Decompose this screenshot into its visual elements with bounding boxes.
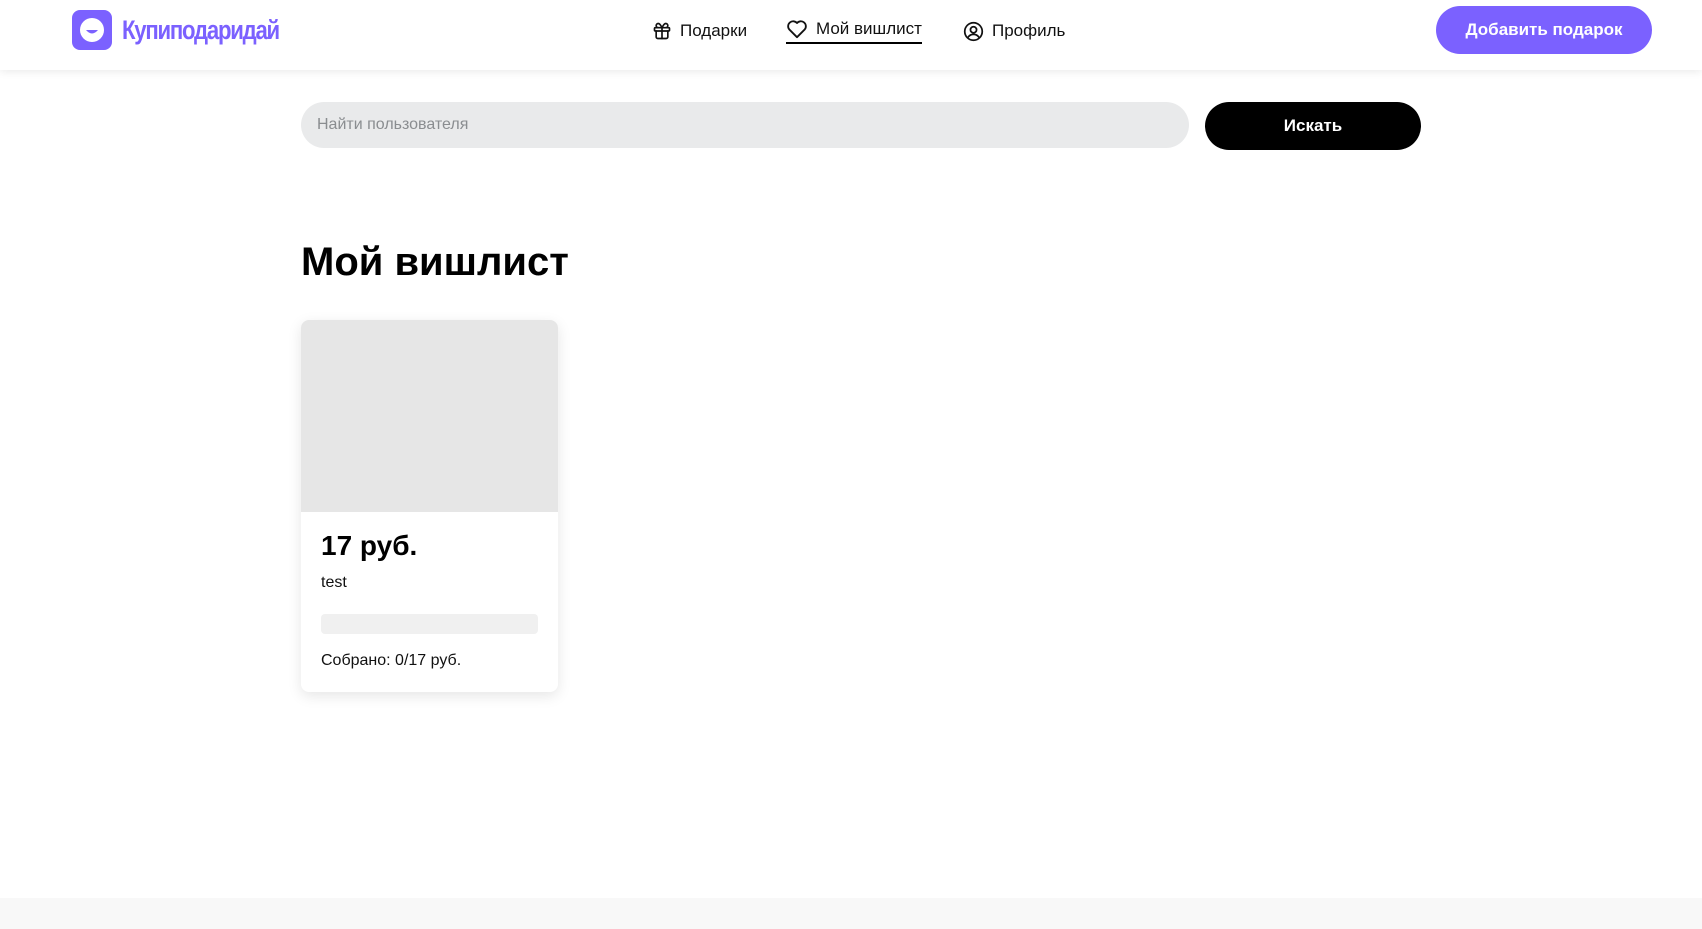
user-search-input[interactable]	[301, 102, 1189, 148]
raised-amount: Собрано: 0/17 руб.	[321, 652, 462, 669]
smile-logo-icon	[72, 10, 112, 50]
wishlist-item-card[interactable]: 17 руб. test Собрано: 0/17 руб.	[301, 320, 558, 692]
heart-icon	[786, 19, 808, 39]
search-button[interactable]: Искать	[1205, 102, 1421, 150]
top-header: Купиподаридай Подарки Мой вишлист Профил…	[0, 0, 1702, 70]
gift-icon	[652, 21, 672, 41]
footer	[0, 898, 1702, 929]
brand-name: Купиподаридай	[122, 14, 280, 45]
nav-item-label: Подарки	[680, 21, 748, 40]
nav-item-gifts[interactable]: Подарки	[652, 18, 747, 44]
add-gift-button[interactable]: Добавить подарок	[1436, 6, 1652, 54]
user-circle-icon	[963, 21, 984, 42]
nav-item-wishlist[interactable]: Мой вишлист	[786, 18, 922, 44]
brand-logo[interactable]: Купиподаридай	[72, 10, 313, 50]
gift-price: 17 руб.	[321, 530, 418, 561]
gift-name: test	[321, 574, 347, 591]
nav-item-label: Профиль	[992, 21, 1066, 40]
raised-progress-bar	[321, 614, 538, 634]
nav-item-profile[interactable]: Профиль	[963, 18, 1065, 44]
nav-item-label: Мой вишлист	[816, 19, 922, 38]
page-title: Мой вишлист	[301, 240, 569, 284]
gift-image-placeholder	[301, 320, 558, 512]
